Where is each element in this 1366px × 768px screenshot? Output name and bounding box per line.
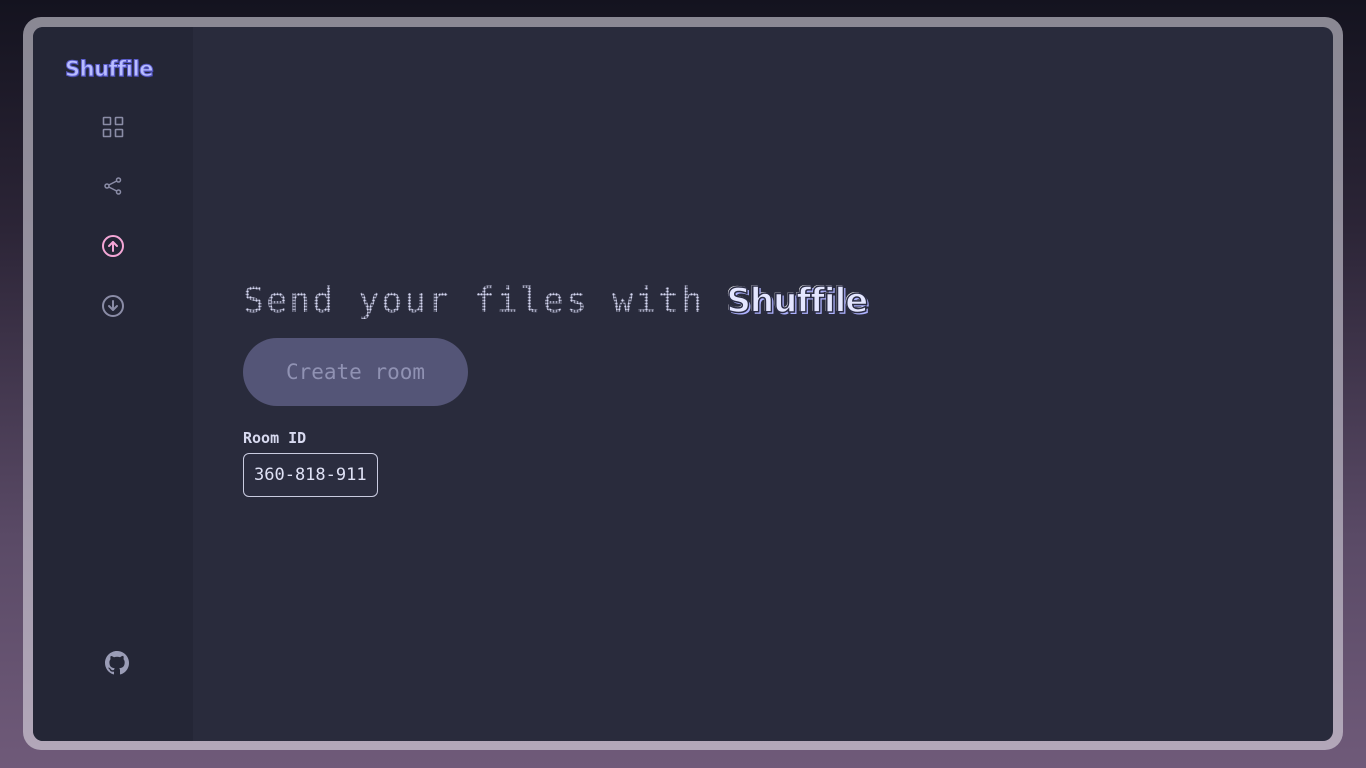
download-circle-icon bbox=[102, 295, 124, 317]
sidebar-item-receive[interactable] bbox=[101, 294, 125, 318]
upload-circle-icon bbox=[102, 235, 124, 257]
page-title: Send your files with Shuffile bbox=[243, 280, 869, 322]
headline-text: Send your files with bbox=[243, 281, 705, 321]
app-logo[interactable]: Shuffile bbox=[65, 57, 154, 82]
grid-icon bbox=[102, 116, 124, 138]
github-icon bbox=[105, 651, 129, 675]
headline-brand: Shuffile bbox=[726, 280, 869, 322]
sidebar-item-send[interactable] bbox=[101, 234, 125, 258]
sidebar-item-share[interactable] bbox=[101, 174, 125, 198]
sidebar: Shuffile bbox=[33, 27, 193, 741]
main-content: Send your files with Shuffile Create roo… bbox=[193, 27, 1333, 741]
github-link[interactable] bbox=[105, 651, 129, 675]
create-room-button[interactable]: Create room bbox=[243, 338, 468, 406]
share-icon bbox=[104, 177, 122, 195]
app-window: Shuffile Send your files with Shuffile C… bbox=[33, 27, 1333, 741]
app-frame: Shuffile Send your files with Shuffile C… bbox=[23, 17, 1343, 750]
room-id-field[interactable]: 360-818-911 bbox=[243, 453, 378, 497]
room-id-label: Room ID bbox=[243, 429, 307, 447]
sidebar-item-dashboard[interactable] bbox=[101, 115, 125, 139]
